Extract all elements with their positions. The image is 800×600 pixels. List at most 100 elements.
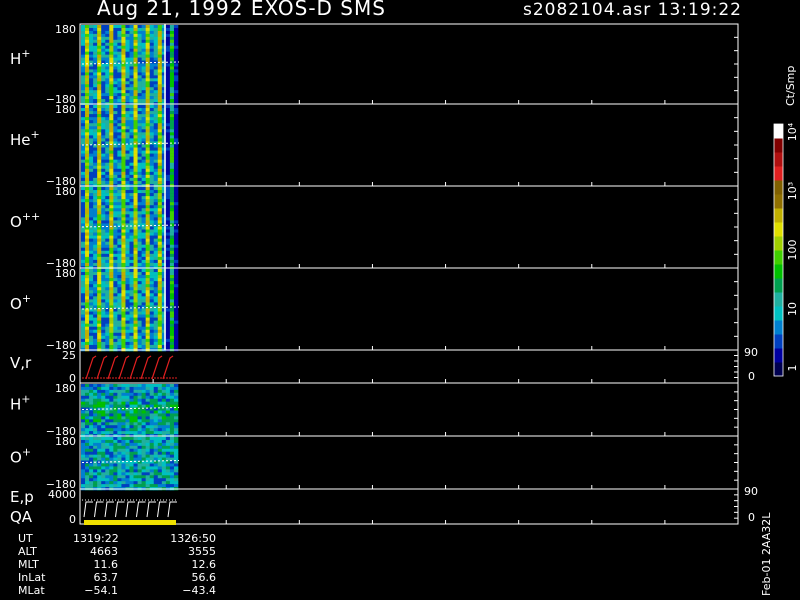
spectrogram-cell <box>133 190 138 194</box>
spectrogram-cell <box>101 448 106 453</box>
spectrogram-cell <box>117 431 122 435</box>
spectrogram-cell <box>81 425 86 429</box>
spectrogram-cell <box>109 48 114 52</box>
spectrogram-cell <box>145 54 151 58</box>
spectrogram-cell <box>145 87 151 91</box>
spectrogram-cell <box>153 419 159 423</box>
spectrogram-cell <box>133 481 138 485</box>
spectrogram-cell <box>117 253 122 258</box>
spectrogram-cell <box>109 335 114 340</box>
spectrogram-cell <box>117 247 122 252</box>
spectrogram-cell <box>153 386 159 391</box>
spectrogram-cell <box>137 269 142 273</box>
spectrogram-cell <box>157 466 163 470</box>
spectrogram-cell <box>105 338 110 343</box>
spectrogram-cell <box>85 211 90 215</box>
spectrogram-cell <box>85 66 90 70</box>
spectrogram-cell <box>149 413 155 417</box>
spectrogram-cell <box>169 108 175 112</box>
spectrogram-cell <box>129 174 134 179</box>
spectrogram-cell <box>145 463 151 467</box>
spectrogram-cell <box>101 401 106 405</box>
spectrogram-cell <box>141 75 146 79</box>
spectrogram-cell <box>149 416 155 420</box>
spectrogram-cell <box>89 129 94 133</box>
spectrogram-cell <box>121 454 126 458</box>
spectrogram-cell <box>105 323 110 328</box>
spectrogram-cell <box>137 284 142 288</box>
spectrogram-cell <box>89 177 94 182</box>
spectrogram-cell <box>137 329 142 334</box>
spectrogram-cell <box>141 314 146 318</box>
spectrogram-cell <box>173 45 179 50</box>
spectrogram-cell <box>109 78 114 82</box>
spectrogram-cell <box>173 205 179 209</box>
spectrogram-cell <box>141 416 146 420</box>
spectrogram-cell <box>101 36 106 41</box>
spectrogram-cell <box>133 332 138 337</box>
spectrogram-cell <box>89 156 94 160</box>
spectrogram-cell <box>149 308 155 312</box>
spectrogram-cell <box>89 281 94 285</box>
spectrogram-cell <box>145 296 151 300</box>
spectrogram-cell <box>165 72 171 76</box>
spectrogram-cell <box>113 48 118 52</box>
spectrogram-cell <box>145 187 151 191</box>
spectrogram-cell <box>157 156 163 160</box>
spectrogram-cell <box>93 187 98 191</box>
spectrogram-cell <box>137 386 142 391</box>
spectrogram-cell <box>89 147 94 151</box>
spectrogram-cell <box>109 120 114 124</box>
spectrogram-cell <box>133 463 138 467</box>
colorbar-swatch <box>774 320 783 335</box>
spectrogram-cell <box>149 241 155 246</box>
spectrogram-cell <box>165 93 171 97</box>
spectrogram-cell <box>113 78 118 82</box>
spectrogram-cell <box>133 214 138 218</box>
spectrogram-cell <box>93 478 98 482</box>
spectrogram-cell <box>149 114 155 118</box>
spectrogram-cell <box>129 190 134 194</box>
spectrogram-cell <box>85 431 90 435</box>
spectrogram-cell <box>113 422 118 426</box>
spectrogram-cell <box>121 123 126 127</box>
spectrogram-cell <box>117 275 122 279</box>
spectrogram-cell <box>109 389 114 394</box>
spectrogram-cell <box>85 326 90 331</box>
spectrogram-cell <box>157 117 163 121</box>
spectrogram-cell <box>109 422 114 426</box>
spectrogram-cell <box>141 190 146 194</box>
spectrogram-cell <box>105 123 110 127</box>
spectrogram-cell <box>145 196 151 200</box>
spectrogram-cell <box>149 475 155 479</box>
spectrogram-cell <box>157 250 163 255</box>
spectrogram-cell <box>117 51 122 55</box>
spectrogram-cell <box>149 69 155 73</box>
spectrogram-cell <box>81 244 86 249</box>
spectrogram-cell <box>93 156 98 160</box>
spectrogram-cell <box>145 205 151 209</box>
spectrogram-cell <box>89 81 94 85</box>
spectrogram-cell <box>173 150 179 154</box>
energy-trace <box>157 501 167 518</box>
panel-label-o2: O+ <box>10 446 31 467</box>
spectrogram-cell <box>165 262 171 267</box>
spectrogram-cell <box>97 132 102 136</box>
spectrogram-cell <box>173 229 179 233</box>
spectrogram-cell <box>145 138 151 142</box>
spectrogram-cell <box>149 132 155 136</box>
spectrogram-cell <box>149 323 155 328</box>
spectrogram-cell <box>169 174 175 179</box>
spectrogram-cell <box>89 168 94 173</box>
spectrogram-cell <box>121 30 126 35</box>
spectrogram-cell <box>97 425 102 429</box>
spectrogram-cell <box>149 229 155 233</box>
energy-trace <box>146 501 156 518</box>
spectrogram-cell <box>137 129 142 133</box>
spectrogram-cell <box>89 93 94 97</box>
spectrogram-cell <box>129 238 134 242</box>
spectrogram-cell <box>85 392 90 397</box>
spectrogram-cell <box>81 72 86 76</box>
spectrogram-cell <box>137 416 142 420</box>
spectrogram-cell <box>157 48 163 52</box>
